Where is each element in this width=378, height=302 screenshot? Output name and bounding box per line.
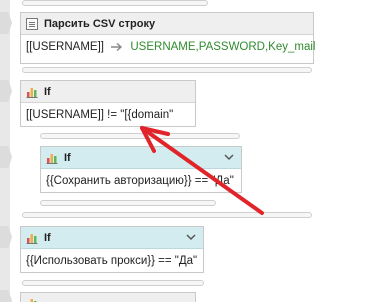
drop-slot[interactable]	[22, 212, 312, 218]
block-title: If	[44, 85, 51, 98]
block-header: If	[21, 81, 195, 103]
condition-text: [[USERNAME]] != "[{domain"	[26, 109, 174, 121]
block-title: If	[64, 151, 71, 164]
chevron-down-icon[interactable]	[185, 231, 197, 243]
block-title: Парсить CSV строку	[44, 17, 156, 30]
drop-slot[interactable]	[22, 67, 312, 73]
if-block[interactable]: If [[USERNAME]] != "[{domain"	[20, 80, 196, 127]
block-header: Парсить CSV строку	[21, 13, 313, 35]
right-arrow-icon	[111, 42, 123, 51]
bar-chart-icon	[26, 87, 38, 98]
bar-chart-icon	[26, 233, 38, 244]
partial-block[interactable]	[20, 292, 196, 302]
drop-slot[interactable]	[40, 200, 216, 206]
chevron-down-icon[interactable]	[223, 151, 235, 163]
csv-targets: USERNAME,PASSWORD,Key_mail	[130, 41, 316, 53]
condition-text: {{Использовать прокси}} == "Да"	[26, 255, 198, 267]
rail-tab[interactable]	[0, 12, 12, 34]
drop-slot[interactable]	[40, 133, 240, 139]
rail-tab[interactable]	[0, 290, 12, 302]
if-block[interactable]: If {{Сохранить авторизацию}} == "Да"	[40, 146, 242, 193]
rail-tab[interactable]	[0, 146, 12, 168]
rail-tab[interactable]	[0, 80, 12, 102]
csv-source: [[USERNAME]]	[26, 41, 104, 53]
block-header: If	[21, 227, 203, 249]
csv-table-icon	[26, 17, 38, 30]
drop-slot[interactable]	[22, 0, 208, 6]
block-header	[21, 293, 195, 302]
drop-slot[interactable]	[22, 280, 204, 286]
block-title: If	[44, 231, 51, 244]
csv-parse-block[interactable]: Парсить CSV строку [[USERNAME]] USERNAME…	[20, 12, 316, 64]
rail-tab[interactable]	[0, 226, 12, 248]
block-body: [[USERNAME]] USERNAME,PASSWORD,Key_mail	[21, 35, 316, 59]
condition-text: {{Сохранить авторизацию}} == "Да"	[46, 175, 234, 187]
bar-chart-icon	[30, 298, 37, 302]
block-header: If	[41, 147, 241, 169]
if-block[interactable]: If {{Использовать прокси}} == "Да"	[20, 226, 204, 273]
bar-chart-icon	[46, 153, 58, 164]
